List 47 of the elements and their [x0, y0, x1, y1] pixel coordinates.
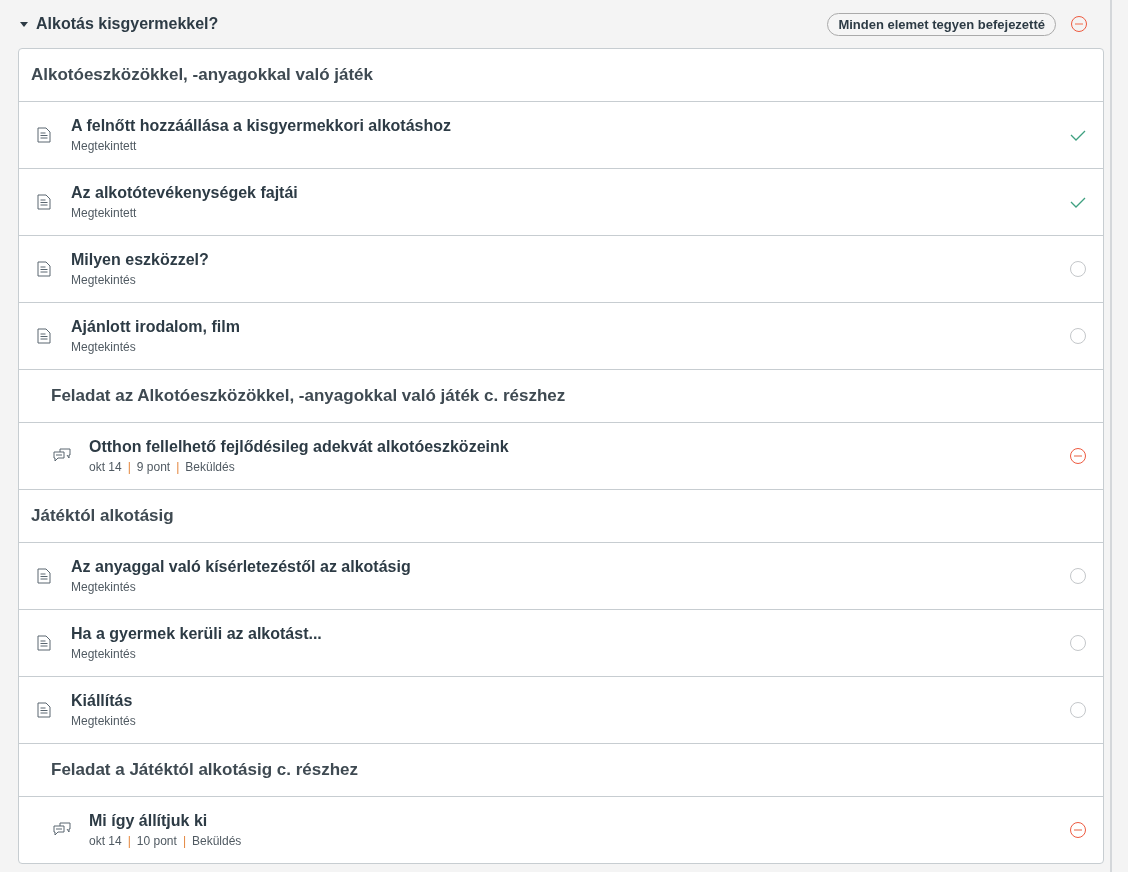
- empty-circle-icon[interactable]: [1069, 260, 1087, 278]
- item-title[interactable]: Mi így állítjuk ki: [89, 812, 1069, 830]
- separator: |: [127, 834, 131, 848]
- document-icon: [37, 127, 51, 143]
- section-header: Feladat a Játéktól alkotásig c. részhez: [19, 744, 1103, 797]
- separator: |: [176, 460, 180, 474]
- document-icon: [37, 635, 51, 651]
- empty-circle-icon[interactable]: [1069, 634, 1087, 652]
- item-meta: Megtekintés: [71, 714, 136, 728]
- item-meta: Megtekintett: [71, 206, 137, 220]
- item-title[interactable]: Milyen eszközzel?: [71, 251, 1069, 269]
- separator: |: [182, 834, 186, 848]
- section-header: Alkotóeszközökkel, -anyagokkal való játék: [19, 49, 1103, 102]
- section-header: Játéktól alkotásig: [19, 490, 1103, 543]
- empty-circle-icon[interactable]: [1069, 567, 1087, 585]
- empty-circle-icon[interactable]: [1069, 327, 1087, 345]
- section-header: Feladat az Alkotóeszközökkel, -anyagokkal való játék c. részhez: [19, 370, 1103, 423]
- separator: |: [127, 460, 131, 474]
- item-meta: okt 14: [89, 834, 122, 848]
- item-title[interactable]: Ajánlott irodalom, film: [71, 318, 1069, 336]
- item-meta: Beküldés: [192, 834, 242, 848]
- document-icon: [37, 194, 51, 210]
- item-meta: Megtekintés: [71, 340, 136, 354]
- item-meta: Megtekintett: [71, 139, 137, 153]
- item-title[interactable]: Az anyaggal való kísérletezéstől az alkotásig: [71, 558, 1069, 576]
- item-meta: Beküldés: [185, 460, 235, 474]
- caret-down-icon[interactable]: [20, 20, 28, 28]
- document-icon: [37, 328, 51, 344]
- item-meta: Megtekintés: [71, 647, 136, 661]
- complete-all-button[interactable]: Minden elemet tegyen befejezetté: [827, 12, 1056, 36]
- document-icon: [37, 568, 51, 584]
- item-meta: 10 pont: [136, 834, 177, 848]
- item-meta: Megtekintés: [71, 273, 136, 287]
- document-icon: [37, 261, 51, 277]
- item-meta: okt 14: [89, 460, 122, 474]
- empty-circle-icon[interactable]: [1069, 701, 1087, 719]
- item-title[interactable]: Az alkotótevékenységek fajtái: [71, 184, 1069, 202]
- document-icon: [37, 702, 51, 718]
- item-title[interactable]: Kiállítás: [71, 692, 1069, 710]
- item-meta: Megtekintés: [71, 580, 136, 594]
- chat-bubbles-icon: [53, 822, 71, 838]
- item-title[interactable]: Ha a gyermek kerüli az alkotást...: [71, 625, 1069, 643]
- chat-bubbles-icon: [53, 448, 71, 464]
- item-title[interactable]: A felnőtt hozzáállása a kisgyermekkori alkotáshoz: [71, 117, 1069, 135]
- item-title[interactable]: Otthon fellelhető fejlődésileg adekvát alkotóeszközeink: [89, 438, 1069, 456]
- module-title: Alkotás kisgyermekkel?: [36, 15, 220, 33]
- item-meta: 9 pont: [136, 460, 171, 474]
